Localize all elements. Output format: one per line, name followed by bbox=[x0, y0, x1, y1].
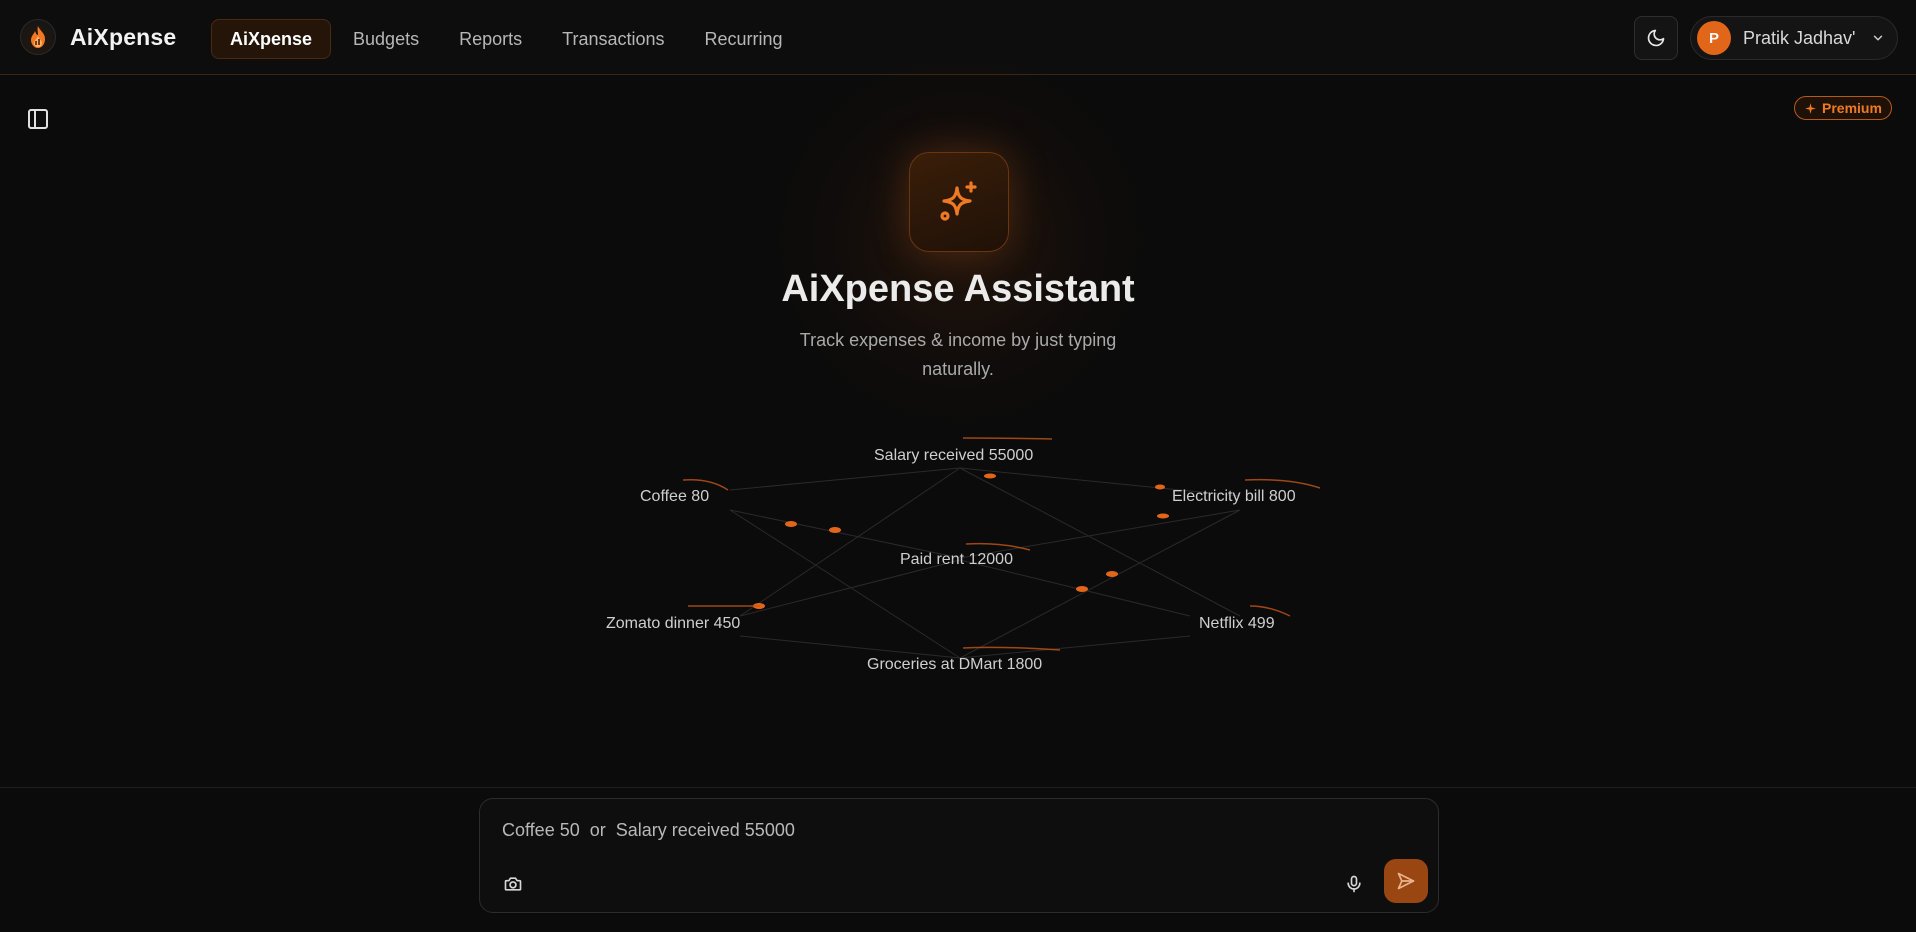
user-name: Pratik Jadhav' bbox=[1743, 27, 1856, 48]
premium-label: Premium bbox=[1822, 100, 1882, 116]
example-prompt-rent[interactable]: Paid rent 12000 bbox=[900, 551, 1013, 569]
sidebar-panel-icon bbox=[28, 109, 48, 129]
example-prompts-network: Salary received 55000 Coffee 80 Electric… bbox=[560, 420, 1360, 690]
chat-composer bbox=[479, 798, 1439, 913]
moon-icon bbox=[1647, 29, 1665, 47]
chat-input[interactable] bbox=[500, 815, 1400, 845]
camera-icon bbox=[504, 877, 522, 891]
send-icon bbox=[1397, 872, 1415, 890]
microphone-button[interactable] bbox=[1340, 870, 1368, 898]
theme-toggle-button[interactable] bbox=[1634, 16, 1678, 60]
main-nav: AiXpense Budgets Reports Transactions Re… bbox=[211, 19, 805, 59]
hero-subtitle: Track expenses & income by just typing n… bbox=[799, 330, 1117, 379]
flame-logo-icon bbox=[20, 19, 56, 55]
microphone-icon bbox=[1347, 875, 1361, 893]
example-prompt-salary[interactable]: Salary received 55000 bbox=[874, 447, 1033, 465]
nav-item-aixpense[interactable]: AiXpense bbox=[211, 19, 332, 59]
camera-button[interactable] bbox=[500, 871, 526, 897]
sidebar-toggle-button[interactable] bbox=[26, 104, 50, 134]
example-prompt-netflix[interactable]: Netflix 499 bbox=[1199, 615, 1275, 633]
top-header: AiXpense AiXpense Budgets Reports Transa… bbox=[0, 0, 1916, 75]
nav-item-transactions[interactable]: Transactions bbox=[544, 19, 682, 59]
sparkles-icon bbox=[940, 181, 977, 221]
hero-title: AiXpense Assistant bbox=[781, 268, 1135, 310]
nav-item-budgets[interactable]: Budgets bbox=[335, 19, 437, 59]
nav-item-reports[interactable]: Reports bbox=[441, 19, 540, 59]
brand[interactable]: AiXpense bbox=[20, 19, 176, 55]
sparkle-icon bbox=[1805, 102, 1816, 114]
chevron-down-icon bbox=[1871, 31, 1885, 45]
user-menu-button[interactable]: P Pratik Jadhav' bbox=[1690, 16, 1898, 60]
send-button[interactable] bbox=[1384, 859, 1428, 903]
example-prompt-electricity[interactable]: Electricity bill 800 bbox=[1172, 488, 1296, 506]
example-prompt-groceries[interactable]: Groceries at DMart 1800 bbox=[867, 656, 1042, 674]
premium-badge[interactable]: Premium bbox=[1794, 96, 1892, 120]
nav-item-recurring[interactable]: Recurring bbox=[687, 19, 801, 59]
composer-divider bbox=[0, 787, 1916, 788]
brand-name: AiXpense bbox=[70, 23, 177, 50]
hero-icon-tile bbox=[909, 152, 1009, 252]
example-prompt-zomato[interactable]: Zomato dinner 450 bbox=[606, 615, 740, 633]
example-prompt-coffee[interactable]: Coffee 80 bbox=[640, 488, 709, 506]
avatar: P bbox=[1697, 21, 1731, 55]
